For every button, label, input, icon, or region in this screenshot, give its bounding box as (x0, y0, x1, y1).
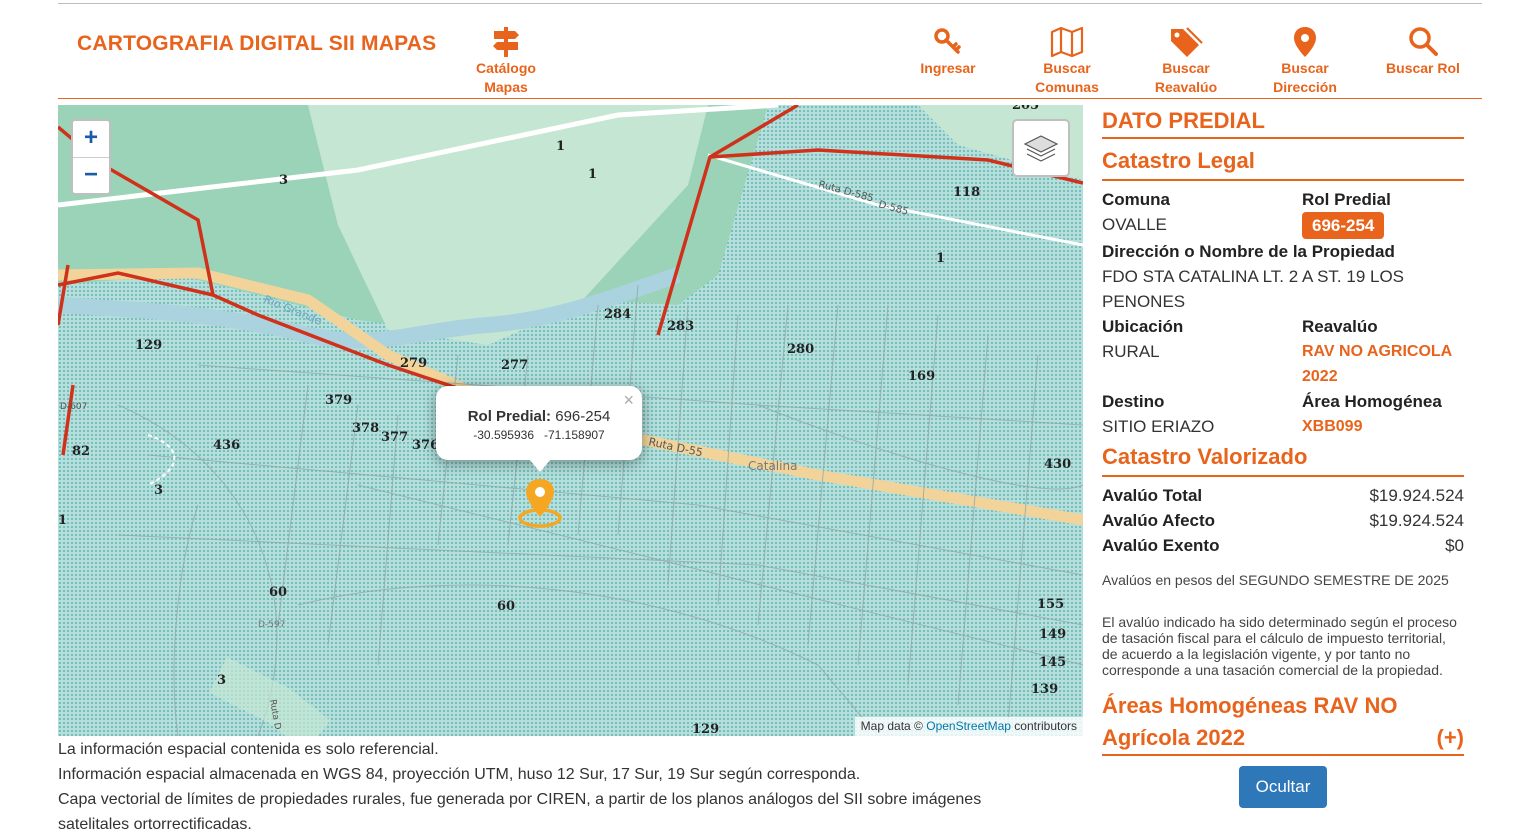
parcel-number: 379 (325, 393, 353, 408)
parcel-number: 139 (1031, 682, 1059, 697)
signpost-icon (493, 27, 519, 57)
parcel-number: 60 (269, 585, 288, 600)
zoom-control: + − (71, 119, 111, 195)
nav-buscar-comunas[interactable]: Buscar Comunas (1008, 26, 1126, 97)
parcel-number: 283 (667, 319, 695, 334)
catastro-valorizado-heading: Catastro Valorizado (1102, 443, 1464, 477)
location-pin-icon (1294, 27, 1316, 57)
place-label: Catalina (748, 459, 797, 473)
popup-close-button[interactable]: × (623, 390, 634, 411)
nav-buscar-direccion[interactable]: Buscar Dirección (1246, 26, 1364, 97)
map-attribution: Map data © OpenStreetMap contributors (854, 717, 1083, 736)
direccion-value: FDO STA CATALINA LT. 2 A ST. 19 LOS PENO… (1102, 267, 1405, 311)
parcel-number: 149 (1039, 627, 1067, 642)
nav-buscar-reavaluo[interactable]: Buscar Reavalúo (1127, 26, 1245, 97)
parcel-number: 1 (588, 167, 598, 182)
avaluo-note: Avalúos en pesos del SEGUNDO SEMESTRE DE… (1102, 572, 1449, 588)
parcel-number: 82 (72, 444, 91, 459)
map-icon (1050, 26, 1084, 58)
destino-label: Destino (1102, 392, 1165, 411)
reavaluo-value: RAV NO AGRICOLA 2022 (1302, 343, 1452, 385)
ubicacion-value: RURAL (1102, 342, 1160, 361)
parcel-number: 378 (352, 421, 380, 436)
parcel-number: 284 (604, 307, 632, 322)
avaluo-afecto-row: Avalúo Afecto $19.924.524 (1102, 511, 1464, 530)
nav-buscar-rol[interactable]: Buscar Rol (1364, 26, 1482, 78)
destino-value: SITIO ERIAZO (1102, 417, 1215, 436)
map-popup: × Rol Predial: 696-254 -30.595936 -71.158… (436, 386, 642, 460)
map-marker-icon[interactable] (518, 477, 562, 529)
ubicacion-label: Ubicación (1102, 317, 1184, 336)
app-title: CARTOGRAFIA DIGITAL SII MAPAS (77, 32, 437, 55)
direccion-label: Dirección o Nombre de la Propiedad (1102, 242, 1395, 261)
parcel-number: 279 (400, 356, 428, 371)
avaluo-exento-row: Avalúo Exento $0 (1102, 536, 1464, 555)
key-icon (934, 28, 961, 54)
parcel-number: 1 (936, 251, 946, 266)
parcel-number: 1 (58, 513, 68, 528)
parcel-number: 430 (1044, 457, 1072, 472)
comuna-value: OVALLE (1102, 215, 1167, 234)
area-homogenea-label: Área Homogénea (1302, 392, 1442, 411)
popup-tip (528, 458, 552, 472)
search-icon (1409, 27, 1438, 56)
parcel-number: 145 (1039, 655, 1067, 670)
parcel-number: 3 (154, 483, 164, 498)
zoom-out-button[interactable]: − (73, 157, 109, 193)
parcel-number: 3 (279, 173, 289, 188)
parcel-number: 377 (381, 430, 409, 445)
panel-title: DATO PREDIAL (1102, 105, 1464, 139)
footnotes: La información espacial contenida es sol… (58, 741, 982, 833)
areas-homogeneas-toggle[interactable]: Áreas Homogéneas RAV NO Agrícola 2022 (+… (1102, 690, 1464, 756)
ocultar-button[interactable]: Ocultar (1239, 766, 1327, 808)
rol-predial-label: Rol Predial (1302, 190, 1391, 209)
parcel-number: 60 (497, 599, 516, 614)
parcel-number: 436 (213, 438, 241, 453)
parcel-number: 205 (1012, 105, 1040, 113)
comuna-label: Comuna (1102, 190, 1170, 209)
header: CARTOGRAFIA DIGITAL SII MAPAS Catálogo M… (58, 4, 1482, 99)
nav-catalogo-mapas[interactable]: Catálogo Mapas (447, 26, 565, 97)
catastro-legal-heading: Catastro Legal (1102, 147, 1464, 181)
parcel-number: 277 (501, 358, 529, 373)
popup-coordinates: -30.595936 -71.158907 (473, 428, 605, 442)
road-label-d607: D-607 (60, 402, 87, 412)
parcel-number: 129 (692, 722, 720, 736)
tag-icon (1171, 27, 1203, 57)
area-homogenea-value: XBB099 (1302, 418, 1363, 435)
nav-ingresar[interactable]: Ingresar (889, 26, 1007, 78)
parcel-number: 169 (908, 369, 936, 384)
road-label-d597: D-597 (258, 620, 285, 630)
zoom-in-button[interactable]: + (73, 121, 109, 157)
avaluo-disclaimer: El avalúo indicado ha sido determinado s… (1102, 614, 1457, 678)
expand-toggle[interactable]: (+) (1437, 722, 1465, 754)
layers-icon (1023, 135, 1059, 162)
dato-predial-panel: DATO PREDIAL Catastro Legal Comuna OVALL… (1102, 105, 1464, 808)
map-view[interactable]: Rio Grande Ruta D-55 Ruta D-585 D-585 Ca… (58, 105, 1083, 736)
layers-button[interactable] (1012, 119, 1070, 177)
parcel-number: 155 (1037, 597, 1065, 612)
parcel-number: 129 (135, 338, 163, 353)
popup-rol: Rol Predial: 696-254 (467, 408, 611, 425)
avaluo-total-row: Avalúo Total $19.924.524 (1102, 486, 1464, 505)
reavaluo-label: Reavalúo (1302, 317, 1378, 336)
rol-predial-badge: 696-254 (1302, 212, 1385, 239)
parcel-number: 1 (556, 139, 566, 154)
parcel-number: 118 (953, 185, 981, 200)
osm-link[interactable]: OpenStreetMap (926, 719, 1011, 733)
parcel-number: 280 (787, 342, 815, 357)
parcel-number: 3 (217, 673, 227, 688)
